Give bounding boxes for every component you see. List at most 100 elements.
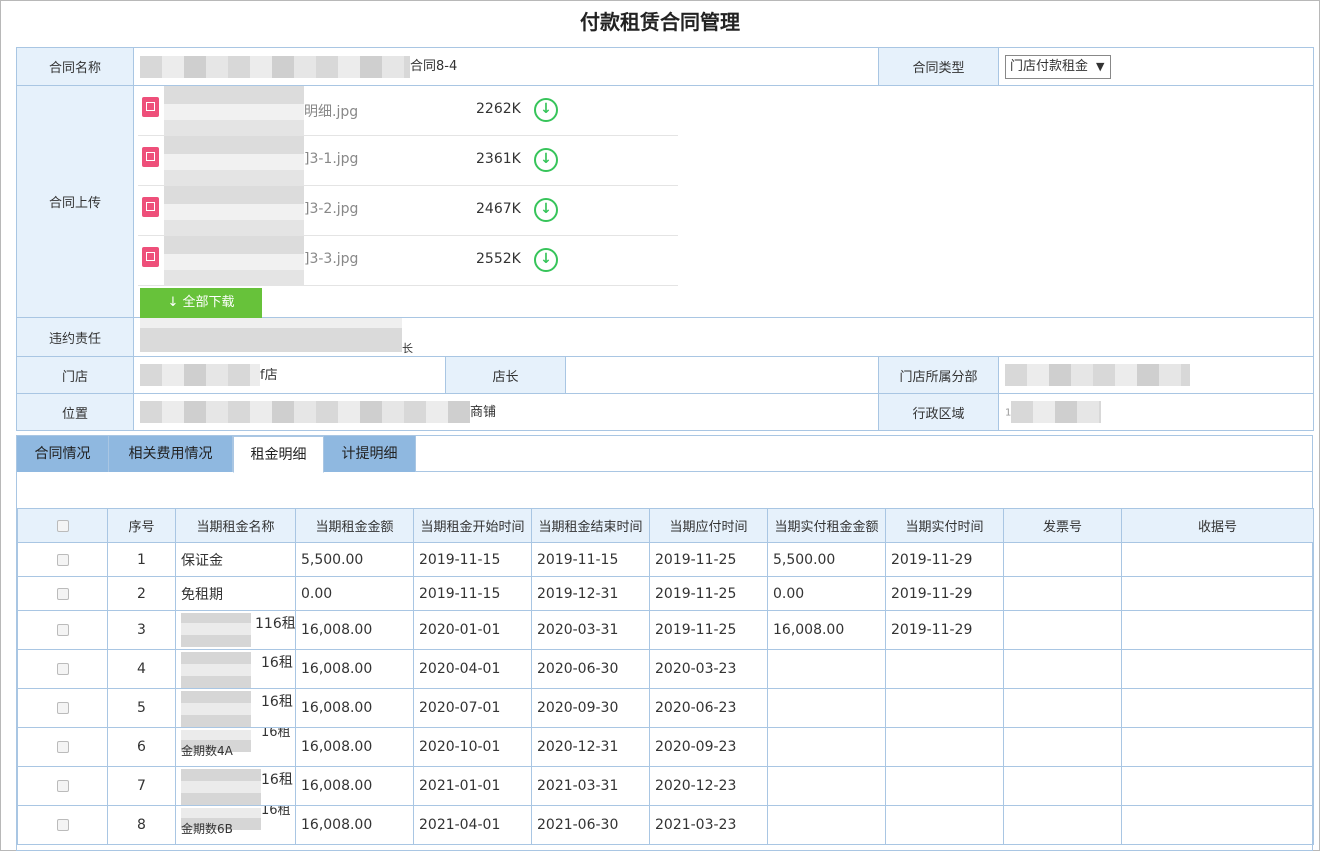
district-field[interactable]: 1	[998, 393, 1314, 431]
detail-tabs-panel: 合同情况 相关费用情况 租金明细 计提明细 序号 当期租金名称 当期租金金额 当…	[16, 435, 1314, 851]
invoice-number	[1003, 766, 1122, 806]
row-select-cell[interactable]	[17, 610, 108, 650]
manager-field[interactable]	[565, 356, 879, 394]
file-item: 明细.jpg 2262K ↓	[138, 86, 678, 136]
paid-amount	[767, 649, 886, 689]
row-select-cell[interactable]	[17, 727, 108, 767]
row-select-cell[interactable]	[17, 649, 108, 689]
download-icon[interactable]: ↓	[534, 198, 558, 222]
end-date: 2020-03-31	[531, 610, 650, 650]
paid-date: 2019-11-29	[885, 610, 1004, 650]
contract-name-field[interactable]: 合同8-4	[133, 47, 879, 86]
receipt-number	[1121, 727, 1314, 767]
location-field[interactable]: 商铺	[133, 393, 879, 431]
store-text: f店	[260, 367, 278, 383]
store-field[interactable]: f店	[133, 356, 446, 394]
row-select-cell[interactable]	[17, 576, 108, 611]
due-date: 2019-11-25	[649, 610, 768, 650]
paid-amount: 16,008.00	[767, 610, 886, 650]
tab-related-fees[interactable]: 相关费用情况	[109, 436, 233, 472]
rent-name: 16租	[261, 805, 291, 819]
row-checkbox[interactable]	[56, 553, 69, 566]
file-item: ]3-1.jpg 2361K ↓	[138, 136, 678, 186]
file-item: ]3-2.jpg 2467K ↓	[138, 186, 678, 236]
table-row[interactable]: 1 保证金 5,500.00 2019-11-15 2019-11-15 201…	[17, 542, 1314, 577]
file-size: 2262K	[476, 101, 521, 117]
row-select-cell[interactable]	[17, 542, 108, 577]
end-date: 2020-12-31	[531, 727, 650, 767]
upload-label: 合同上传	[16, 85, 134, 318]
due-date: 2019-11-25	[649, 576, 768, 611]
paid-date	[885, 727, 1004, 767]
row-checkbox[interactable]	[56, 624, 69, 636]
row-checkbox[interactable]	[56, 741, 69, 753]
redacted-text	[1005, 364, 1190, 386]
row-number: 5	[107, 688, 176, 728]
contract-form: 合同名称 合同8-4 合同类型 门店付款租金 ▼ 合同上传 明细.jpg 2262…	[16, 47, 1314, 431]
table-row[interactable]: 3 116租 16,008.00 2020-01-01 2020-03-31 2…	[17, 610, 1314, 650]
row-checkbox[interactable]	[56, 819, 69, 831]
table-row[interactable]: 2 免租期 0.00 2019-11-15 2019-12-31 2019-11…	[17, 576, 1314, 611]
image-file-icon	[142, 147, 159, 167]
table-row[interactable]: 7 16租 16,008.00 2021-01-01 2021-03-31 20…	[17, 766, 1314, 806]
download-icon[interactable]: ↓	[534, 248, 558, 272]
redacted-filename	[164, 236, 304, 286]
rent-amount: 16,008.00	[295, 805, 414, 845]
column-header: 当期租金名称	[175, 508, 296, 543]
tab-contract-status[interactable]: 合同情况	[17, 436, 109, 472]
invoice-number	[1003, 805, 1122, 845]
tab-accrual-details[interactable]: 计提明细	[324, 436, 416, 472]
contract-type-select[interactable]: 门店付款租金 ▼	[1005, 54, 1112, 79]
paid-amount	[767, 727, 886, 767]
file-name: ]3-2.jpg	[304, 201, 359, 217]
redacted-text	[181, 613, 251, 647]
select-all-header[interactable]	[17, 508, 108, 543]
download-icon[interactable]: ↓	[534, 148, 558, 172]
tab-rent-details[interactable]: 租金明细	[233, 436, 324, 473]
redacted-text	[181, 691, 251, 727]
table-row[interactable]: 4 16租 16,008.00 2020-04-01 2020-06-30 20…	[17, 649, 1314, 689]
start-date: 2021-04-01	[413, 805, 532, 845]
rent-amount: 5,500.00	[295, 542, 414, 577]
paid-date	[885, 805, 1004, 845]
row-checkbox[interactable]	[56, 702, 69, 714]
receipt-number	[1121, 766, 1314, 806]
invoice-number	[1003, 610, 1122, 650]
branch-field[interactable]	[998, 356, 1314, 394]
row-checkbox[interactable]	[56, 663, 69, 675]
row-select-cell[interactable]	[17, 688, 108, 728]
table-row[interactable]: 5 16租 16,008.00 2020-07-01 2020-09-30 20…	[17, 688, 1314, 728]
rent-amount: 16,008.00	[295, 610, 414, 650]
breach-field[interactable]: 长	[133, 317, 1314, 357]
rent-amount: 16,008.00	[295, 766, 414, 806]
row-checkbox[interactable]	[56, 587, 69, 600]
start-date: 2020-01-01	[413, 610, 532, 650]
table-row[interactable]: 6 16租 金期数4A 16,008.00 2020-10-01 2020-12-…	[17, 727, 1314, 767]
redacted-filename	[164, 86, 304, 136]
receipt-number	[1121, 688, 1314, 728]
location-label: 位置	[16, 393, 134, 431]
invoice-number	[1003, 542, 1122, 577]
rent-amount: 16,008.00	[295, 727, 414, 767]
breach-text: 长	[402, 342, 413, 355]
receipt-number	[1121, 542, 1314, 577]
image-file-icon	[142, 247, 159, 267]
row-select-cell[interactable]	[17, 766, 108, 806]
table-row[interactable]: 8 16租 金期数6B 16,008.00 2021-04-01 2021-06-…	[17, 805, 1314, 845]
row-number: 4	[107, 649, 176, 689]
rent-name-line2: 金期数4A	[181, 744, 233, 758]
rent-name-cell: 16租 金期数4A	[175, 727, 296, 767]
paid-amount	[767, 766, 886, 806]
invoice-number	[1003, 727, 1122, 767]
rent-amount: 0.00	[295, 576, 414, 611]
select-all-checkbox[interactable]	[56, 519, 69, 532]
due-date: 2020-12-23	[649, 766, 768, 806]
row-checkbox[interactable]	[56, 780, 69, 792]
download-icon[interactable]: ↓	[534, 98, 558, 122]
paid-date	[885, 688, 1004, 728]
column-header: 当期租金开始时间	[413, 508, 532, 543]
row-select-cell[interactable]	[17, 805, 108, 845]
end-date: 2021-06-30	[531, 805, 650, 845]
end-date: 2019-11-15	[531, 542, 650, 577]
download-all-button[interactable]: ↓ 全部下载	[140, 288, 262, 318]
